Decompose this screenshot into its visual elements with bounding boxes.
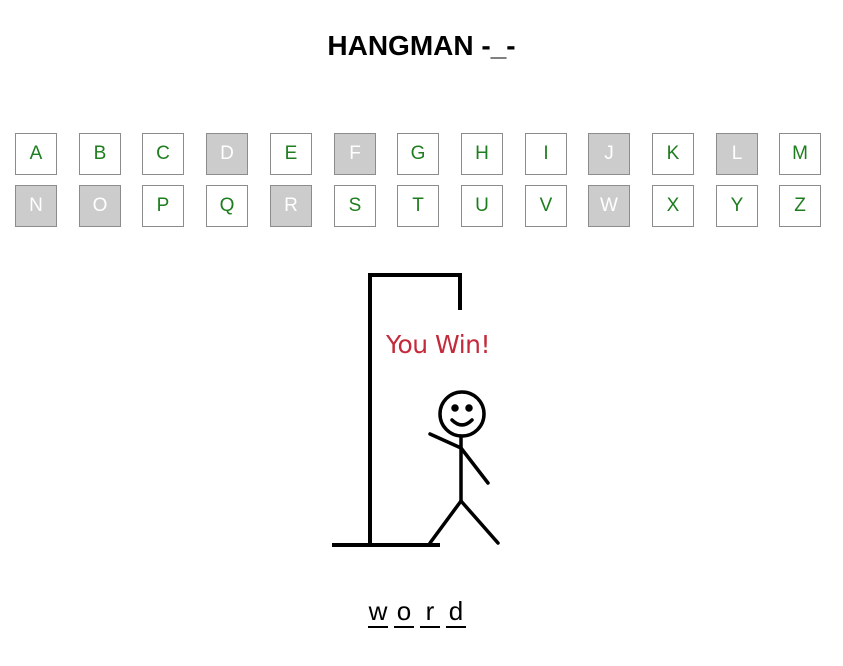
figure-right-eye — [465, 404, 473, 412]
letter-key-x[interactable]: X — [652, 185, 694, 227]
letter-key-t[interactable]: T — [397, 185, 439, 227]
letter-key-r: R — [270, 185, 312, 227]
figure-head — [438, 390, 486, 438]
letter-key-d: D — [206, 133, 248, 175]
letter-key-k[interactable]: K — [652, 133, 694, 175]
letter-key-h[interactable]: H — [461, 133, 503, 175]
letter-key-g[interactable]: G — [397, 133, 439, 175]
letter-key-s[interactable]: S — [334, 185, 376, 227]
word-letter: d — [446, 596, 466, 628]
letter-key-v[interactable]: V — [525, 185, 567, 227]
letter-key-e[interactable]: E — [270, 133, 312, 175]
letter-key-u[interactable]: U — [461, 185, 503, 227]
letter-key-m[interactable]: M — [779, 133, 821, 175]
letter-key-f: F — [334, 133, 376, 175]
letter-key-y[interactable]: Y — [716, 185, 758, 227]
letter-key-i[interactable]: I — [525, 133, 567, 175]
figure-smile — [450, 418, 474, 427]
hangman-drawing — [332, 273, 500, 547]
figure-right-arm — [459, 446, 490, 485]
letter-key-o: O — [79, 185, 121, 227]
letter-key-p[interactable]: P — [142, 185, 184, 227]
word-letter: o — [394, 596, 414, 628]
figure-left-eye — [451, 404, 459, 412]
game-title: HANGMAN -_- — [327, 30, 516, 61]
stick-figure — [428, 390, 500, 545]
letter-key-b[interactable]: B — [79, 133, 121, 175]
letter-key-l: L — [716, 133, 758, 175]
letter-key-c[interactable]: C — [142, 133, 184, 175]
letter-key-w: W — [588, 185, 630, 227]
letter-key-j: J — [588, 133, 630, 175]
win-message: You Win! — [386, 330, 491, 359]
word-letter: r — [420, 596, 440, 628]
letter-key-n: N — [15, 185, 57, 227]
word-letter: w — [368, 596, 388, 628]
letter-key-q[interactable]: Q — [206, 185, 248, 227]
figure-right-leg — [459, 499, 500, 545]
figure-left-leg — [428, 499, 463, 545]
letter-key-z[interactable]: Z — [779, 185, 821, 227]
letter-key-a[interactable]: A — [15, 133, 57, 175]
